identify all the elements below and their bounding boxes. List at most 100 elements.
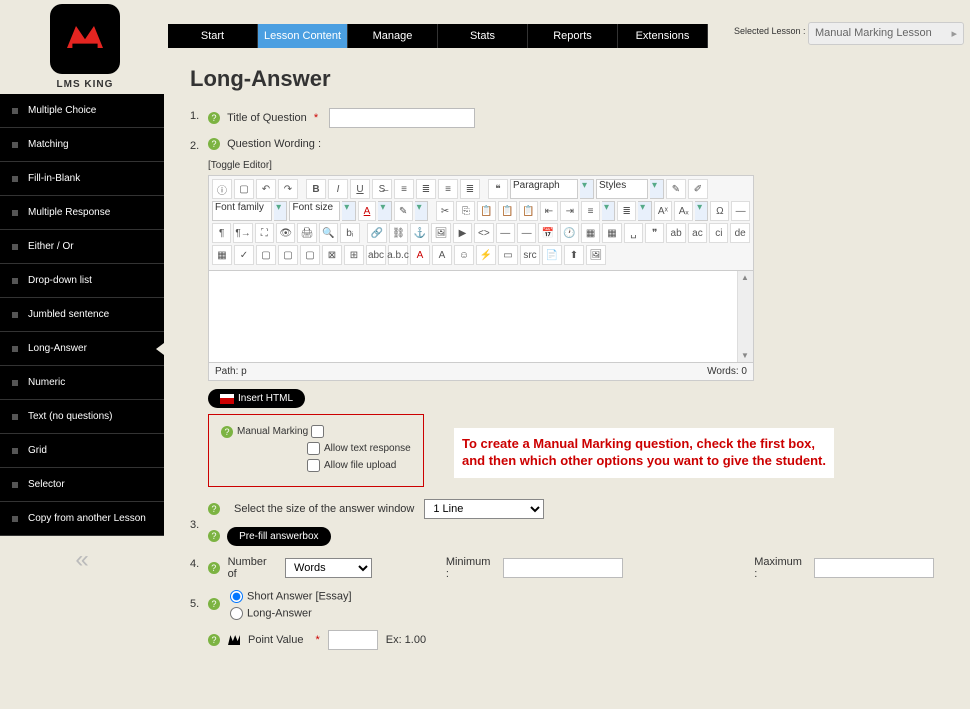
media-icon[interactable]: ▶ — [453, 223, 472, 243]
paste-word-icon[interactable]: 📋 — [519, 201, 538, 221]
layer-icon[interactable]: ▦ — [602, 223, 621, 243]
short-answer-option[interactable]: Short Answer [Essay] — [230, 590, 942, 603]
sidebar-item-either-or[interactable]: Either / Or — [0, 230, 164, 264]
allow-file-option[interactable]: Allow file upload — [221, 459, 411, 472]
align-left-icon[interactable]: ≡ — [394, 179, 414, 199]
selected-lesson-dropdown[interactable]: Manual Marking Lesson — [808, 22, 964, 45]
align-right-icon[interactable]: ≡ — [438, 179, 458, 199]
font-family-select[interactable]: Font family — [212, 201, 272, 221]
template-icon[interactable]: ▦ — [581, 223, 600, 243]
allow-file-checkbox[interactable] — [307, 459, 320, 472]
info-icon[interactable]: ⓘ — [212, 179, 232, 199]
file-icon[interactable]: 📄 — [542, 245, 562, 265]
maximum-input[interactable] — [814, 558, 934, 578]
nav-stats[interactable]: Stats — [438, 24, 528, 48]
dropdown-arrow-icon[interactable]: ▾ — [274, 201, 287, 221]
minimum-input[interactable] — [503, 558, 623, 578]
ltr-icon[interactable]: ¶→ — [233, 223, 252, 243]
help-icon[interactable]: ? — [208, 138, 220, 150]
prefill-button[interactable]: Pre-fill answerbox — [227, 527, 330, 546]
nav-manage[interactable]: Manage — [348, 24, 438, 48]
code-icon[interactable]: <> — [474, 223, 493, 243]
style-icon[interactable]: A — [432, 245, 452, 265]
dropdown-arrow-icon[interactable]: ▾ — [650, 179, 664, 199]
indent-icon[interactable]: ⇥ — [560, 201, 579, 221]
font-size-select[interactable]: Font size — [289, 201, 340, 221]
sidebar-item-long-answer[interactable]: Long-Answer — [0, 332, 164, 366]
help-icon[interactable]: ? — [221, 426, 233, 438]
acronym-icon[interactable]: ac — [688, 223, 707, 243]
text-color-icon[interactable]: A — [358, 201, 377, 221]
copy-icon[interactable]: ⎘ — [456, 201, 475, 221]
sidebar-item-grid[interactable]: Grid — [0, 434, 164, 468]
table-icon[interactable]: ▦ — [212, 245, 232, 265]
clear-format-icon[interactable]: ✐ — [688, 179, 708, 199]
layer-back-icon[interactable]: ▢ — [300, 245, 320, 265]
fullscreen-icon[interactable]: ⛶ — [255, 223, 274, 243]
dropdown-arrow-icon[interactable]: ▾ — [638, 201, 651, 221]
visualchars-icon[interactable]: abc — [366, 245, 386, 265]
layer-forward-icon[interactable]: ▢ — [278, 245, 298, 265]
size-select[interactable]: 1 Line — [424, 499, 544, 519]
paste-icon[interactable]: 📋 — [477, 201, 496, 221]
help-icon[interactable]: ? — [208, 503, 220, 515]
toggle-editor-link[interactable]: [Toggle Editor] — [208, 160, 942, 171]
dropdown-arrow-icon[interactable]: ▾ — [415, 201, 428, 221]
attribs-icon[interactable]: A — [410, 245, 430, 265]
special-char-icon[interactable]: Ω — [710, 201, 729, 221]
unlink-icon[interactable]: ⛓ — [389, 223, 408, 243]
preview-icon[interactable]: 👁 — [276, 223, 295, 243]
sidebar-item-fill-in-blank[interactable]: Fill-in-Blank — [0, 162, 164, 196]
help-icon[interactable]: ? — [208, 112, 220, 124]
allow-text-option[interactable]: Allow text response — [221, 442, 411, 455]
para-mark-icon[interactable]: ¶ — [212, 223, 231, 243]
help-icon[interactable]: ? — [208, 562, 220, 574]
emoticons-icon[interactable]: ☺ — [454, 245, 474, 265]
nav-reports[interactable]: Reports — [528, 24, 618, 48]
allow-text-checkbox[interactable] — [307, 442, 320, 455]
visualaid-icon[interactable]: ⊞ — [344, 245, 364, 265]
short-answer-radio[interactable] — [230, 590, 243, 603]
outdent-icon[interactable]: ⇤ — [540, 201, 559, 221]
dropdown-arrow-icon[interactable]: ▾ — [695, 201, 708, 221]
pagebreak-icon[interactable]: — — [496, 223, 515, 243]
number-unit-select[interactable]: Words — [285, 558, 372, 578]
long-answer-option[interactable]: Long-Answer — [230, 607, 942, 620]
flash-icon[interactable]: ⚡ — [476, 245, 496, 265]
time-icon[interactable]: 🕐 — [560, 223, 579, 243]
sidebar-item-numeric[interactable]: Numeric — [0, 366, 164, 400]
title-input[interactable] — [329, 108, 475, 128]
print-icon[interactable]: 🖨 — [297, 223, 316, 243]
sidebar-item-multiple-response[interactable]: Multiple Response — [0, 196, 164, 230]
bold-icon[interactable]: B — [306, 179, 326, 199]
iframe-icon[interactable]: ▭ — [498, 245, 518, 265]
paragraph-select[interactable]: Paragraph — [510, 179, 578, 199]
superscript-icon[interactable]: Aˣ — [654, 201, 673, 221]
sidebar-item-text-no-questions[interactable]: Text (no questions) — [0, 400, 164, 434]
redo-icon[interactable]: ↷ — [278, 179, 298, 199]
italic-icon[interactable]: I — [328, 179, 348, 199]
strike-icon[interactable]: S̶ — [372, 179, 392, 199]
highlight-icon[interactable]: ✎ — [394, 201, 413, 221]
paste-text-icon[interactable]: 📋 — [498, 201, 517, 221]
unordered-list-icon[interactable]: ≣ — [617, 201, 636, 221]
new-doc-icon[interactable]: ▢ — [234, 179, 254, 199]
del-icon[interactable]: de — [730, 223, 749, 243]
blockquote-icon[interactable]: ❞ — [645, 223, 664, 243]
sidebar-item-multiple-choice[interactable]: Multiple Choice — [0, 94, 164, 128]
subscript-icon[interactable]: Aₓ — [674, 201, 693, 221]
nav-start[interactable]: Start — [168, 24, 258, 48]
styles-select[interactable]: Styles — [596, 179, 648, 199]
visualblocks-icon[interactable]: a.b.c — [388, 245, 408, 265]
insert-html-button[interactable]: Insert HTML — [208, 389, 305, 408]
sidebar-item-selector[interactable]: Selector — [0, 468, 164, 502]
replace-icon[interactable]: bᵢ — [340, 223, 359, 243]
help-icon[interactable]: ? — [208, 598, 220, 610]
upload-icon[interactable]: ⬆ — [564, 245, 584, 265]
manual-marking-option[interactable]: ?Manual Marking — [221, 425, 411, 438]
long-answer-radio[interactable] — [230, 607, 243, 620]
dropdown-arrow-icon[interactable]: ▾ — [342, 201, 355, 221]
gallery-icon[interactable]: 🖼 — [586, 245, 606, 265]
spellcheck-icon[interactable]: ✓ — [234, 245, 254, 265]
link-icon[interactable]: 🔗 — [367, 223, 386, 243]
